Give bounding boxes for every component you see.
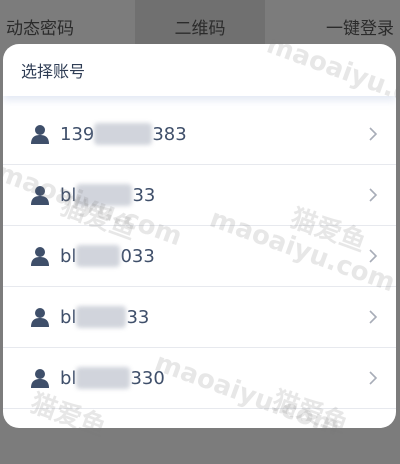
chevron-right-icon <box>369 310 378 324</box>
masked-segment <box>76 367 131 389</box>
account-suffix: 033 <box>120 245 155 267</box>
account-picker-sheet: 选择账号 139 383 bl 33 bl 033 bl 33 bl 330 <box>3 44 396 428</box>
person-icon <box>31 125 49 144</box>
account-name: bl 033 <box>60 245 155 267</box>
person-icon <box>31 247 49 266</box>
account-name: bl 330 <box>60 367 165 389</box>
account-prefix: bl <box>60 306 77 328</box>
chevron-right-icon <box>369 249 378 263</box>
chevron-right-icon <box>369 188 378 202</box>
account-suffix: 33 <box>126 306 150 328</box>
chevron-right-icon <box>369 371 378 385</box>
person-icon <box>31 369 49 388</box>
account-name: bl 33 <box>60 184 155 206</box>
masked-segment <box>76 184 133 206</box>
sheet-header: 选择账号 <box>3 44 396 96</box>
account-name: 139 383 <box>60 123 187 145</box>
account-suffix: 383 <box>152 123 187 145</box>
account-list: 139 383 bl 33 bl 033 bl 33 bl 330 <box>3 104 396 409</box>
account-name: bl 33 <box>60 306 149 328</box>
masked-segment <box>94 123 153 145</box>
account-prefix: 139 <box>60 123 95 145</box>
person-icon <box>31 186 49 205</box>
person-icon <box>31 308 49 327</box>
account-prefix: bl <box>60 245 77 267</box>
chevron-right-icon <box>369 127 378 141</box>
account-row[interactable]: 139 383 <box>3 104 396 165</box>
account-row[interactable]: bl 330 <box>3 348 396 409</box>
account-row[interactable]: bl 33 <box>3 165 396 226</box>
sheet-title: 选择账号 <box>21 62 86 81</box>
account-row[interactable]: bl 033 <box>3 226 396 287</box>
account-prefix: bl <box>60 184 77 206</box>
account-suffix: 33 <box>132 184 156 206</box>
account-suffix: 330 <box>130 367 165 389</box>
masked-segment <box>76 245 121 267</box>
masked-segment <box>76 306 127 328</box>
account-prefix: bl <box>60 367 77 389</box>
account-row[interactable]: bl 33 <box>3 287 396 348</box>
